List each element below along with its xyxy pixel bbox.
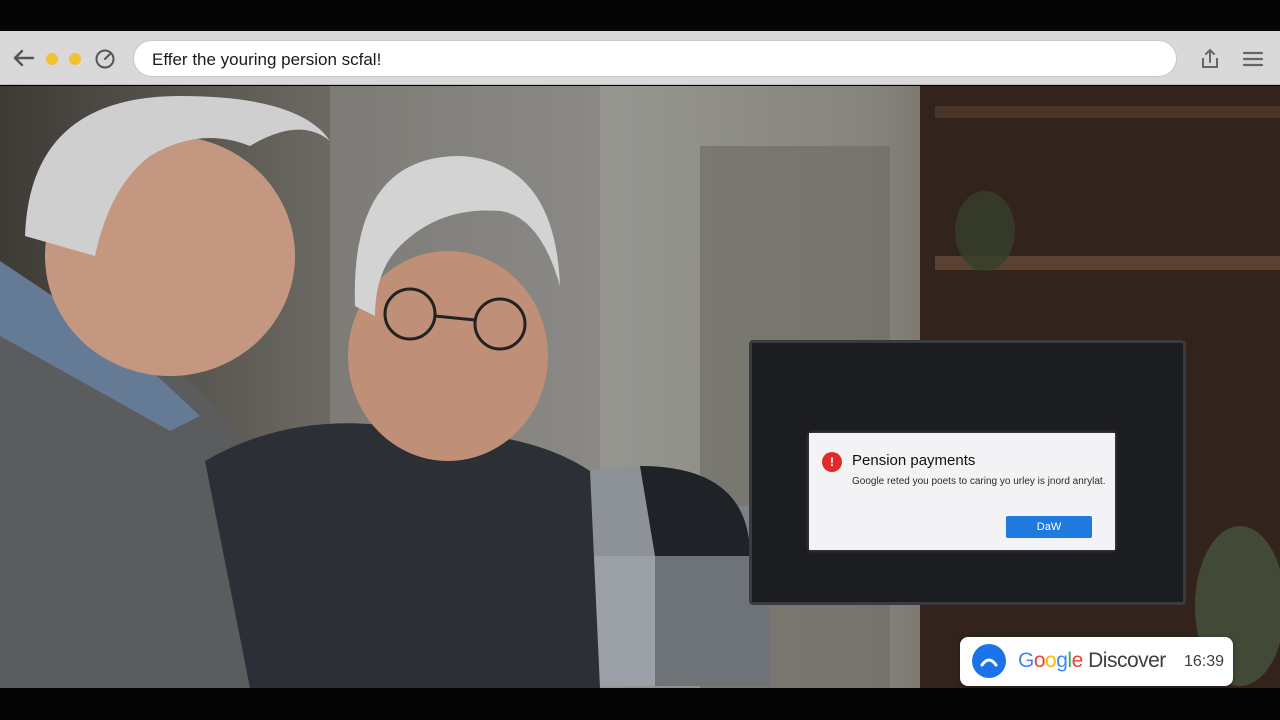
dialog-body: Google reted you poets to caring yo urle… (852, 476, 1106, 487)
share-icon[interactable] (1198, 47, 1222, 71)
window-dot-icon[interactable] (69, 53, 81, 65)
discover-label: Discover (1088, 649, 1166, 672)
google-discover-badge[interactable]: Google Discover 16:39 (960, 637, 1233, 686)
browser-toolbar: Effer the youring persion scfal! (0, 31, 1280, 85)
reload-icon[interactable] (93, 47, 117, 71)
window-dot-icon[interactable] (46, 53, 58, 65)
discover-time: 16:39 (1184, 653, 1225, 670)
dialog-title: Pension payments (852, 452, 976, 469)
pension-dialog: ! Pension payments Google reted you poet… (809, 433, 1115, 550)
bottom-letterbox (0, 688, 1280, 720)
photo-scene (0, 86, 1280, 688)
back-arrow-icon[interactable] (11, 46, 37, 70)
address-text: Effer the youring persion scfal! (152, 50, 382, 69)
dialog-action-button[interactable]: DaW (1006, 516, 1092, 538)
discover-icon (972, 644, 1006, 678)
alert-icon: ! (822, 452, 842, 472)
top-letterbox (0, 0, 1280, 31)
discover-wordmark: Google Discover (1018, 649, 1166, 672)
hamburger-menu-icon[interactable] (1241, 47, 1265, 71)
address-bar[interactable]: Effer the youring persion scfal! (133, 40, 1177, 77)
